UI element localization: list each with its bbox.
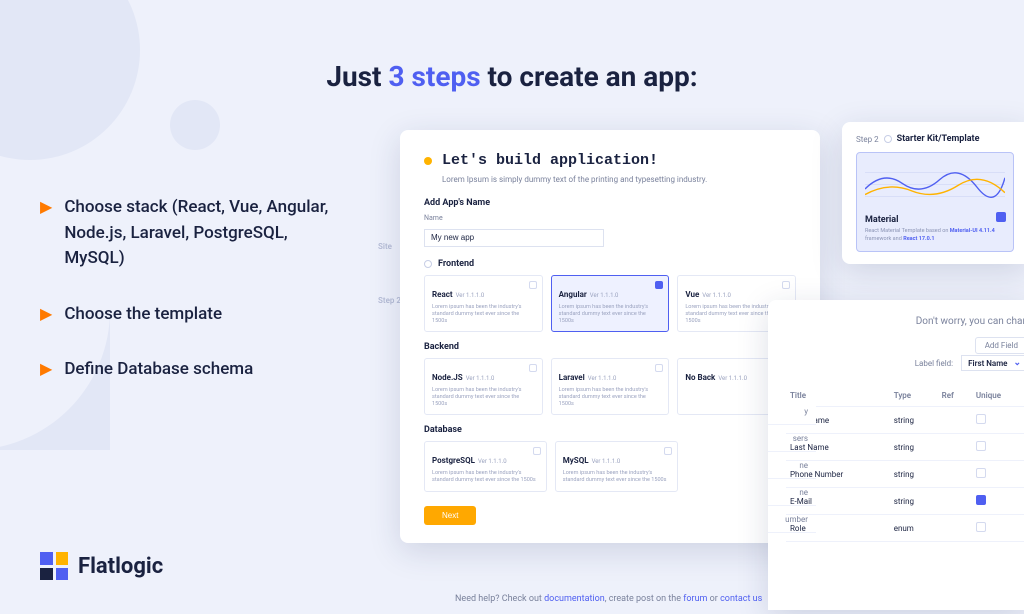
title-dot-icon [424, 157, 432, 165]
col-ref: Ref [938, 385, 972, 407]
template-option-material[interactable]: Material React Material Template based o… [856, 152, 1014, 252]
backend-card-node[interactable]: Node.JSVer 1.1.1.0 Lorem ipsum has been … [424, 358, 543, 415]
checkbox-icon [655, 364, 663, 372]
wizard-subtitle: Lorem Ipsum is simply dummy text of the … [442, 175, 796, 184]
template-step-num: Step 2 [856, 135, 879, 144]
label-field-select[interactable]: First Name ⌄ [961, 355, 1024, 371]
chevron-down-icon: ⌄ [1013, 358, 1021, 368]
table-row[interactable]: Phone Numberstring [786, 461, 1024, 488]
checkbox-icon [782, 281, 790, 289]
next-button[interactable]: Next [424, 506, 476, 525]
docs-link[interactable]: documentation [544, 594, 605, 604]
wizard-side-label[interactable]: Site [378, 242, 392, 251]
forum-link[interactable]: forum [683, 594, 707, 604]
name-field-label: Name [424, 214, 796, 222]
frontend-options: ReactVer 1.1.1.0 Lorem ipsum has been th… [424, 275, 796, 332]
headline: Just 3 steps to create an app: [0, 60, 1024, 93]
checkbox-icon[interactable] [976, 414, 986, 424]
schema-entity[interactable]: sers [768, 425, 816, 452]
database-options: PostgreSQLVer 1.1.1.0 Lorem ipsum has be… [424, 441, 796, 491]
col-type: Type [890, 385, 938, 407]
schema-hint: Don't worry, you can chan [786, 316, 1024, 327]
schema-entity[interactable]: ne [768, 479, 816, 506]
wizard-title: Let's build application! [442, 152, 658, 169]
help-line: Need help? Check out documentation, crea… [455, 594, 762, 604]
col-unique: Unique [972, 385, 1024, 407]
template-name: Material [865, 215, 1005, 225]
table-row[interactable]: Last Namestring [786, 434, 1024, 461]
checkbox-icon [529, 281, 537, 289]
app-name-input[interactable] [424, 229, 604, 247]
table-row[interactable]: E-Mailstring [786, 488, 1024, 515]
bullet-text: Choose the template [64, 302, 222, 328]
logo-icon [40, 552, 68, 580]
database-section-label: Database [424, 425, 796, 435]
bullet-stack: ▶ Choose stack (React, Vue, Angular, Nod… [40, 195, 340, 272]
checkbox-icon [529, 364, 537, 372]
logo-text: Flatlogic [78, 554, 163, 579]
schema-entity[interactable]: y [768, 398, 816, 425]
bullet-template: ▶ Choose the template [40, 302, 340, 328]
checkbox-icon [533, 447, 541, 455]
table-row[interactable]: Roleenum [786, 515, 1024, 542]
schema-fields-table: Title Type Ref Unique First Namestring L… [786, 385, 1024, 542]
schema-entity[interactable]: ne [768, 452, 816, 479]
template-card: Step 2 Starter Kit/Template Material Rea… [842, 122, 1024, 264]
schema-entities-column: y sers ne ne umber [768, 398, 816, 533]
add-field-button[interactable]: Add Field [975, 337, 1024, 354]
checkbox-icon [655, 281, 663, 289]
schema-entity[interactable]: umber [768, 506, 816, 533]
db-card-postgres[interactable]: PostgreSQLVer 1.1.1.0 Lorem ipsum has be… [424, 441, 547, 491]
checkbox-icon [996, 212, 1006, 222]
schema-card: Don't worry, you can chan Add Field Labe… [768, 300, 1024, 610]
framework-card-angular[interactable]: AngularVer 1.1.1.0 Lorem ipsum has been … [551, 275, 670, 332]
backend-options: Node.JSVer 1.1.1.0 Lorem ipsum has been … [424, 358, 796, 415]
chart-preview-icon [865, 161, 1005, 207]
checkbox-icon[interactable] [976, 522, 986, 532]
table-row[interactable]: First Namestring [786, 407, 1024, 434]
checkbox-icon[interactable] [976, 495, 986, 505]
checkbox-icon[interactable] [976, 441, 986, 451]
template-desc: React Material Template based on Materia… [865, 228, 1005, 243]
wizard-side-step[interactable]: Step 2 [378, 296, 401, 305]
arrow-icon: ▶ [40, 304, 52, 323]
step-frontend-header: Frontend [424, 259, 796, 269]
checkbox-icon [664, 447, 672, 455]
feature-bullet-list: ▶ Choose stack (React, Vue, Angular, Nod… [40, 195, 340, 413]
db-card-mysql[interactable]: MySQLVer 1.1.1.0 Lorem ipsum has been th… [555, 441, 678, 491]
arrow-icon: ▶ [40, 359, 52, 378]
bg-dot [170, 100, 220, 150]
logo: Flatlogic [40, 552, 163, 580]
step-title: Frontend [438, 259, 474, 269]
backend-card-laravel[interactable]: LaravelVer 1.1.1.0 Lorem ipsum has been … [551, 358, 670, 415]
arrow-icon: ▶ [40, 197, 52, 216]
step-icon [884, 135, 892, 143]
label-field-label: Label field: [915, 359, 953, 368]
bullet-text: Define Database schema [64, 357, 253, 383]
wizard-card: Let's build application! Lorem Ipsum is … [400, 130, 820, 543]
label-field-row: Label field: First Name ⌄ [786, 355, 1024, 371]
checkbox-icon[interactable] [976, 468, 986, 478]
framework-card-react[interactable]: ReactVer 1.1.1.0 Lorem ipsum has been th… [424, 275, 543, 332]
step-icon [424, 260, 432, 268]
bullet-schema: ▶ Define Database schema [40, 357, 340, 383]
template-step-title: Starter Kit/Template [897, 134, 980, 144]
name-section-label: Add App's Name [424, 198, 796, 208]
contact-link[interactable]: contact us [720, 594, 762, 604]
backend-section-label: Backend [424, 342, 796, 352]
bullet-text: Choose stack (React, Vue, Angular, Node.… [64, 195, 340, 272]
